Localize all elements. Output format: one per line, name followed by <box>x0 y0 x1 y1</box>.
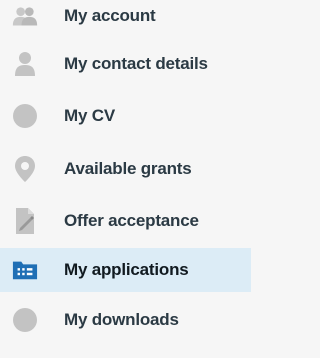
signed-document-icon <box>12 208 38 234</box>
nav-item-my-applications[interactable]: My applications <box>0 248 251 292</box>
nav-item-label: My CV <box>64 106 115 125</box>
nav-item-label: My applications <box>64 260 189 279</box>
nav-item-label: My downloads <box>64 310 179 329</box>
nav-item-offer-acceptance[interactable]: Offer acceptance <box>0 199 251 243</box>
sidebar-navigation: My account My contact details My CV Avai… <box>0 0 251 358</box>
nav-item-label: My account <box>64 6 156 25</box>
nav-item-label: My contact details <box>64 54 208 73</box>
nav-item-available-grants[interactable]: Available grants <box>0 147 251 191</box>
nav-item-my-contact-details[interactable]: My contact details <box>0 42 251 86</box>
nav-item-my-account[interactable]: My account <box>0 0 251 38</box>
person-icon <box>12 51 38 77</box>
map-pin-icon <box>12 156 38 182</box>
document-circle-icon <box>12 103 38 129</box>
users-icon <box>12 3 38 29</box>
nav-item-my-downloads[interactable]: My downloads <box>0 298 251 342</box>
applications-folder-icon <box>12 257 38 283</box>
downloads-circle-icon <box>12 307 38 333</box>
nav-item-label: Offer acceptance <box>64 211 199 230</box>
nav-item-label: Available grants <box>64 159 192 178</box>
nav-item-my-cv[interactable]: My CV <box>0 94 251 138</box>
